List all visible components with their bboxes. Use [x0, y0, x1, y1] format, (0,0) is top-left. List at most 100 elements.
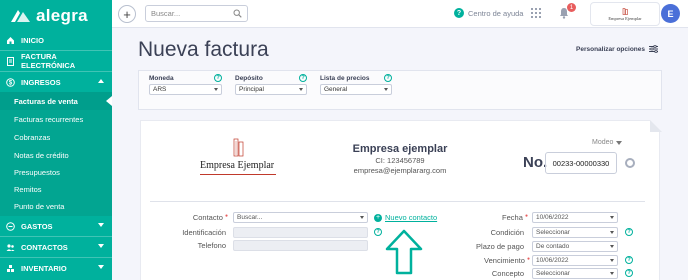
- condition-label: Condición: [490, 228, 524, 237]
- personalize-label: Personalizar opciones: [576, 45, 645, 53]
- sidebar-item-gastos[interactable]: GASTOS: [0, 216, 112, 236]
- required-marker: ●: [224, 213, 228, 219]
- contact-placeholder: Buscar...: [237, 214, 263, 221]
- price-list-label: Lista de precios: [320, 74, 370, 82]
- sidebar-item-label: CONTACTOS: [21, 242, 68, 252]
- company-name: Empresa ejemplar: [352, 143, 448, 155]
- arrow-up-icon: [385, 229, 423, 275]
- sidebar-subitem-cobranzas[interactable]: Cobranzas: [0, 128, 112, 146]
- gear-icon[interactable]: [625, 158, 635, 168]
- help-icon[interactable]: ?: [625, 256, 633, 264]
- invoice-options-panel: Moneda ? ARS Depósito ? Principal Lista …: [138, 70, 662, 110]
- new-contact-label: Nuevo contacto: [385, 213, 438, 222]
- date-label: Fecha ●: [502, 213, 528, 222]
- help-icon: ?: [454, 8, 464, 18]
- home-icon: [6, 36, 15, 45]
- concept-value: Seleccionar: [536, 270, 570, 277]
- chevron-down-icon: [98, 265, 104, 269]
- sidebar-item-inicio[interactable]: INICIO: [0, 30, 112, 50]
- sidebar-subitem-punto-de-venta[interactable]: Punto de venta: [0, 197, 112, 215]
- caret-down-icon: [384, 88, 388, 91]
- concept-select[interactable]: Seleccionar: [532, 268, 618, 279]
- caret-down-icon: [610, 245, 614, 248]
- help-center-link[interactable]: ? Centro de ayuda: [454, 8, 523, 18]
- caret-down-icon: [610, 231, 614, 234]
- sidebar-item-label: INVENTARIO: [21, 263, 67, 273]
- invoice-number-field[interactable]: 00233-00000330: [545, 152, 617, 174]
- warehouse-select[interactable]: Principal: [235, 84, 307, 95]
- sidebar-subitem-label: Punto de venta: [14, 201, 65, 211]
- sidebar-subitem-notas-de-credito[interactable]: Notas de crédito: [0, 146, 112, 164]
- company-chip-label: Empresa Ejemplar: [608, 15, 642, 21]
- file-icon: [6, 56, 15, 66]
- payment-term-label: Plazo de pago: [476, 242, 524, 251]
- price-list-filter: Lista de precios ? General: [320, 74, 392, 95]
- date-select[interactable]: 10/06/2022: [532, 212, 618, 223]
- company-switcher[interactable]: Empresa Ejemplar: [590, 2, 660, 26]
- brand-name: alegra: [36, 6, 88, 25]
- alegra-logo[interactable]: alegra: [10, 6, 88, 26]
- sidebar-subitem-presupuestos[interactable]: Presupuestos: [0, 163, 112, 181]
- due-date-select[interactable]: 10/06/2022: [532, 255, 618, 266]
- help-icon[interactable]: ?: [384, 74, 392, 82]
- help-icon[interactable]: ?: [374, 228, 382, 236]
- payment-term-select[interactable]: De contado: [532, 241, 618, 252]
- template-label: Modeo: [592, 139, 614, 146]
- currency-select[interactable]: ARS: [149, 84, 222, 95]
- chevron-down-icon: [98, 223, 104, 227]
- sidebar-subitem-label: Presupuestos: [14, 167, 60, 177]
- sidebar-item-label: INICIO: [21, 35, 44, 45]
- sidebar-subitem-label: Remitos: [14, 184, 42, 194]
- due-date-label: Vencimiento ●: [484, 256, 530, 265]
- sidebar-item-label: INGRESOS: [21, 77, 61, 87]
- currency-label: Moneda: [149, 74, 174, 82]
- chevron-up-icon: [98, 79, 104, 83]
- search-input[interactable]: Buscar...: [145, 5, 248, 22]
- alegra-logo-icon: [11, 10, 30, 22]
- condition-value: Seleccionar: [536, 229, 570, 236]
- help-icon[interactable]: ?: [625, 228, 633, 236]
- sidebar-item-label: GASTOS: [21, 221, 53, 231]
- search-placeholder: Buscar...: [151, 9, 181, 18]
- personalize-options-button[interactable]: Personalizar opciones: [576, 45, 658, 53]
- top-bar: + Buscar... ? Centro de ayuda 1 Empresa …: [112, 0, 688, 28]
- avatar[interactable]: E: [661, 4, 680, 23]
- phone-label: Telefono: [197, 241, 226, 250]
- template-select[interactable]: Modeo: [592, 139, 623, 146]
- required-marker: ●: [524, 213, 528, 219]
- add-icon: +: [374, 213, 382, 222]
- sidebar-item-factura-electronica[interactable]: FACTURA ELECTRÓNICA: [0, 51, 112, 71]
- condition-select[interactable]: Seleccionar: [532, 227, 618, 238]
- warehouse-value: Principal: [239, 86, 264, 93]
- sidebar-subitem-facturas-recurrentes[interactable]: Facturas recurrentes: [0, 110, 112, 128]
- sidebar-item-ingresos[interactable]: $ INGRESOS: [0, 72, 112, 92]
- phone-field: [233, 240, 368, 251]
- apps-grid-icon[interactable]: [531, 8, 541, 18]
- caret-down-icon: [214, 88, 218, 91]
- sidebar-subitem-remitos[interactable]: Remitos: [0, 180, 112, 198]
- active-indicator-icon: [106, 96, 112, 106]
- contact-label: Contacto ●: [192, 213, 228, 222]
- help-icon[interactable]: ?: [625, 269, 633, 277]
- company-ci: CI: 123456789: [375, 156, 425, 165]
- search-icon: [233, 9, 242, 18]
- sidebar-item-inventario[interactable]: INVENTARIO: [0, 258, 112, 278]
- caret-down-icon: [299, 88, 303, 91]
- contact-select[interactable]: Buscar...: [233, 212, 368, 223]
- sidebar-subitem-label: Facturas recurrentes: [14, 114, 84, 124]
- chevron-down-icon: [98, 244, 104, 248]
- expense-icon: [6, 221, 15, 231]
- sidebar-subitem-label: Facturas de venta: [14, 96, 78, 106]
- company-logo[interactable]: Empresa Ejemplar: [200, 138, 280, 184]
- identification-field: [233, 227, 368, 238]
- sidebar-subitem-label: Cobranzas: [14, 132, 51, 142]
- price-list-select[interactable]: General: [320, 84, 392, 95]
- sidebar-item-contactos[interactable]: CONTACTOS: [0, 237, 112, 257]
- sidebar-subitem-facturas-de-venta[interactable]: Facturas de venta: [0, 92, 112, 110]
- quick-add-button[interactable]: +: [118, 5, 136, 23]
- help-icon[interactable]: ?: [214, 74, 222, 82]
- new-contact-link[interactable]: + Nuevo contacto: [374, 213, 437, 222]
- due-date-value: 10/06/2022: [536, 257, 569, 264]
- help-icon[interactable]: ?: [299, 74, 307, 82]
- page-fold: [650, 120, 662, 132]
